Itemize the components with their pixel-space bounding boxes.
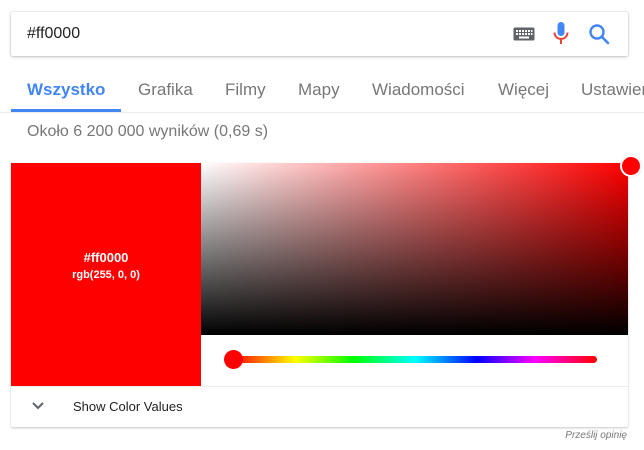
tab-videos[interactable]: Filmy: [225, 80, 266, 100]
saturation-value-field[interactable]: [201, 163, 628, 335]
keyboard-icon[interactable]: [513, 26, 535, 42]
color-picker-card: #ff0000 rgb(255, 0, 0) Show Color Values: [11, 155, 642, 427]
result-stats: Około 6 200 000 wyników (0,69 s): [27, 123, 269, 140]
tab-images[interactable]: Grafika: [138, 80, 193, 100]
swatch-rgb-value: rgb(255, 0, 0): [72, 269, 140, 281]
search-input[interactable]: #ff0000: [27, 12, 80, 56]
search-tabs: Wszystko Grafika Filmy Mapy Wiadomości W…: [0, 74, 644, 112]
tab-settings[interactable]: Ustawienia: [581, 80, 644, 100]
hue-slider-handle[interactable]: [224, 350, 243, 369]
feedback-link[interactable]: Prześlij opinię: [565, 430, 627, 441]
chevron-down-icon: [32, 402, 44, 410]
search-box[interactable]: #ff0000: [11, 12, 628, 56]
saturation-value-handle[interactable]: [620, 155, 642, 177]
tabs-divider: [0, 112, 644, 113]
search-icon[interactable]: [588, 23, 610, 45]
tab-maps[interactable]: Mapy: [298, 80, 340, 100]
show-color-values-toggle[interactable]: Show Color Values: [11, 387, 628, 427]
tab-more[interactable]: Więcej: [498, 80, 549, 100]
microphone-icon[interactable]: [552, 21, 570, 47]
tab-all[interactable]: Wszystko: [27, 80, 105, 100]
swatch-hex-value: #ff0000: [83, 250, 129, 265]
color-swatch: #ff0000 rgb(255, 0, 0): [11, 163, 201, 386]
toggle-label: Show Color Values: [73, 399, 183, 414]
hue-slider-track[interactable]: [233, 356, 597, 363]
tab-news[interactable]: Wiadomości: [372, 80, 465, 100]
